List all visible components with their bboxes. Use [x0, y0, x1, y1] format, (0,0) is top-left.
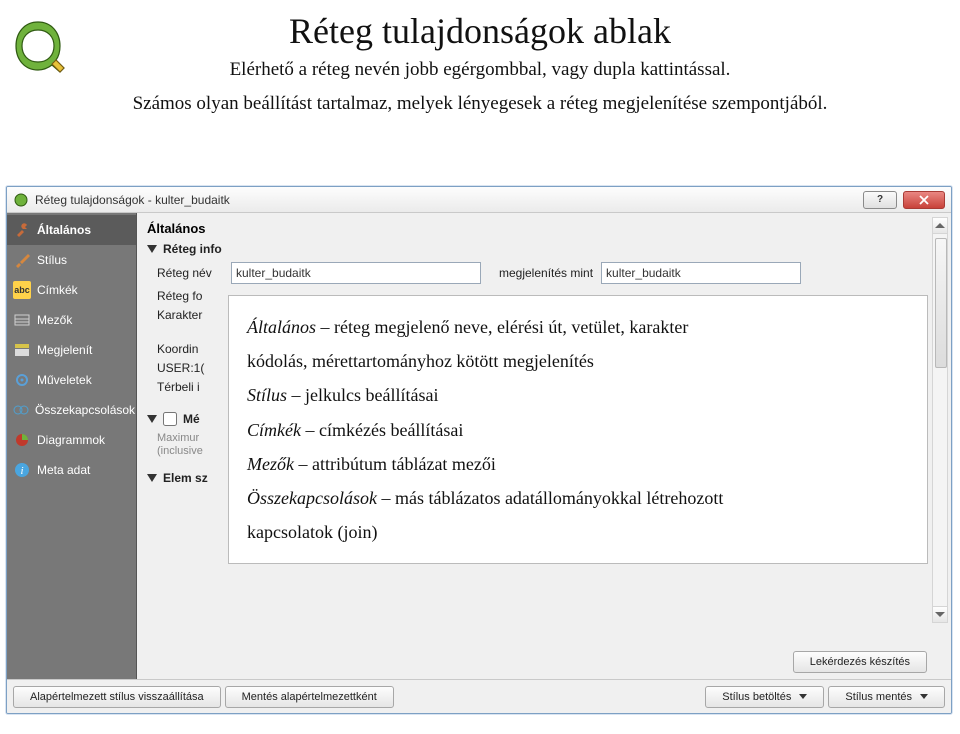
window-title: Réteg tulajdonságok - kulter_budaitk: [35, 193, 230, 207]
build-query-button[interactable]: Lekérdezés készítés: [793, 651, 927, 673]
checkbox-me[interactable]: [163, 412, 177, 426]
svg-text:i: i: [20, 465, 23, 477]
sidebar-item-label: Műveletek: [37, 373, 92, 387]
display-icon: [13, 341, 31, 359]
sidebar-item-label: Stílus: [37, 253, 67, 267]
sidebar-item-actions[interactable]: Műveletek: [7, 365, 136, 395]
section-title: Általános: [147, 221, 941, 236]
sidebar-item-metadata[interactable]: i Meta adat: [7, 455, 136, 485]
vertical-scrollbar[interactable]: [932, 217, 948, 623]
sidebar-item-style[interactable]: Stílus: [7, 245, 136, 275]
close-icon: [919, 195, 929, 205]
gear-icon: [13, 371, 31, 389]
sidebar-item-label: Általános: [37, 223, 91, 237]
sidebar-item-diagrams[interactable]: Diagrammok: [7, 425, 136, 455]
sidebar-item-label: Meta adat: [37, 463, 90, 477]
join-icon: [13, 401, 29, 419]
input-display-as[interactable]: [601, 262, 801, 284]
sidebar-item-general[interactable]: Általános: [7, 215, 136, 245]
chevron-down-icon: [147, 474, 157, 482]
help-button[interactable]: ?: [863, 191, 897, 209]
bottom-bar: Alapértelmezett stílus visszaállítása Me…: [7, 679, 951, 713]
label-display-as: megjelenítés mint: [499, 266, 593, 280]
scroll-up-icon[interactable]: [933, 218, 947, 234]
row-layer-name: Réteg név megjelenítés mint: [157, 262, 941, 284]
definitions-overlay: Általános – réteg megjelenő neve, elérés…: [228, 295, 928, 564]
wrench-icon: [13, 221, 31, 239]
sidebar: Általános Stílus abc Címkék Mezők: [7, 213, 137, 679]
sidebar-item-label: Összekapcsolások: [35, 403, 135, 417]
load-style-button[interactable]: Stílus betöltés: [705, 686, 824, 708]
abc-icon: abc: [13, 281, 31, 299]
label-koordin: Koordin: [157, 342, 223, 356]
label-karakter: Karakter: [157, 308, 223, 322]
sidebar-item-fields[interactable]: Mezők: [7, 305, 136, 335]
label-layer-fo: Réteg fo: [157, 289, 223, 303]
sidebar-item-label: Diagrammok: [37, 433, 105, 447]
chevron-down-icon: [920, 694, 928, 699]
slide-line1: Elérhető a réteg nevén jobb egérgombbal,…: [90, 56, 870, 84]
pie-icon: [13, 431, 31, 449]
close-button[interactable]: [903, 191, 945, 209]
save-as-default-button[interactable]: Mentés alapértelmezettként: [225, 686, 394, 708]
sidebar-item-label: Megjelenít: [37, 343, 92, 357]
sidebar-item-label: Mezők: [37, 313, 72, 327]
chevron-down-icon: [147, 415, 157, 423]
qgis-window-icon: [13, 192, 29, 208]
save-style-button[interactable]: Stílus mentés: [828, 686, 945, 708]
restore-default-style-button[interactable]: Alapértelmezett stílus visszaállítása: [13, 686, 221, 708]
label-terbel: Térbeli i: [157, 380, 223, 394]
sidebar-item-labels[interactable]: abc Címkék: [7, 275, 136, 305]
info-icon: i: [13, 461, 31, 479]
slide-title: Réteg tulajdonságok ablak: [0, 10, 960, 52]
chevron-down-icon: [147, 245, 157, 253]
sidebar-item-display[interactable]: Megjelenít: [7, 335, 136, 365]
sidebar-item-label: Címkék: [37, 283, 78, 297]
brush-icon: [13, 251, 31, 269]
scroll-down-icon[interactable]: [933, 606, 947, 622]
qgis-logo-icon: [10, 18, 66, 74]
sidebar-item-joins[interactable]: Összekapcsolások: [7, 395, 136, 425]
input-layer-name[interactable]: [231, 262, 481, 284]
chevron-down-icon: [799, 694, 807, 699]
collapse-layer-info[interactable]: Réteg info: [147, 242, 941, 256]
fields-icon: [13, 311, 31, 329]
slide-line2: Számos olyan beállítást tartalmaz, melye…: [90, 90, 870, 118]
titlebar: Réteg tulajdonságok - kulter_budaitk ?: [7, 187, 951, 213]
label-user1: USER:1(: [157, 361, 223, 375]
scroll-thumb[interactable]: [935, 238, 947, 368]
label-layer-name: Réteg név: [157, 266, 223, 280]
label-inclusive: (inclusive: [157, 445, 213, 457]
label-maximur: Maximur: [157, 432, 213, 444]
